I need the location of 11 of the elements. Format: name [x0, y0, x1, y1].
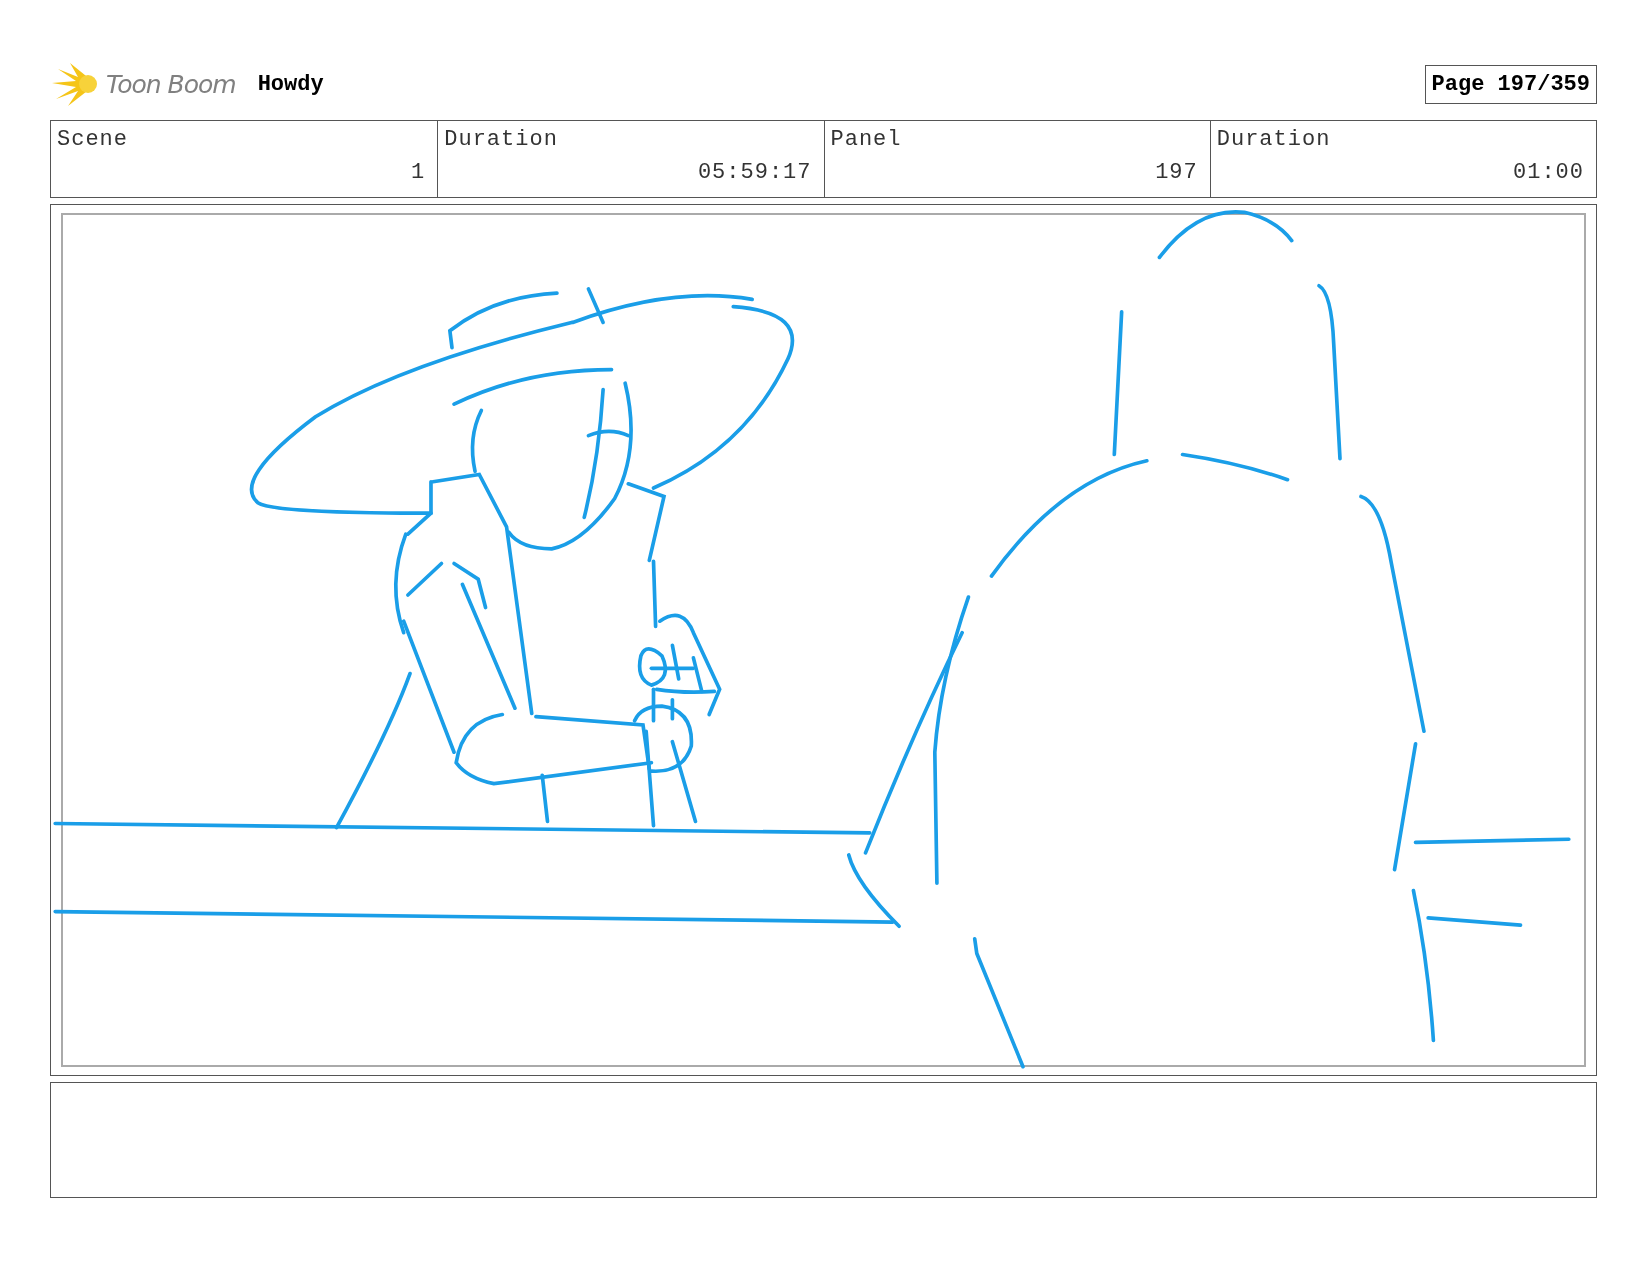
info-value: 05:59:17 [697, 160, 812, 185]
logo-text: Toon Boom [106, 69, 236, 99]
info-value: 197 [1155, 160, 1198, 185]
info-label: Panel [830, 127, 903, 152]
info-label: Duration [444, 127, 559, 152]
page-number: Page 197/359 [1424, 64, 1597, 104]
info-value: 01:00 [1513, 160, 1584, 185]
project-title: Howdy [257, 71, 324, 97]
info-label: Duration [1216, 127, 1332, 152]
info-value: 1 [411, 160, 426, 185]
info-label: Scene [57, 127, 129, 152]
